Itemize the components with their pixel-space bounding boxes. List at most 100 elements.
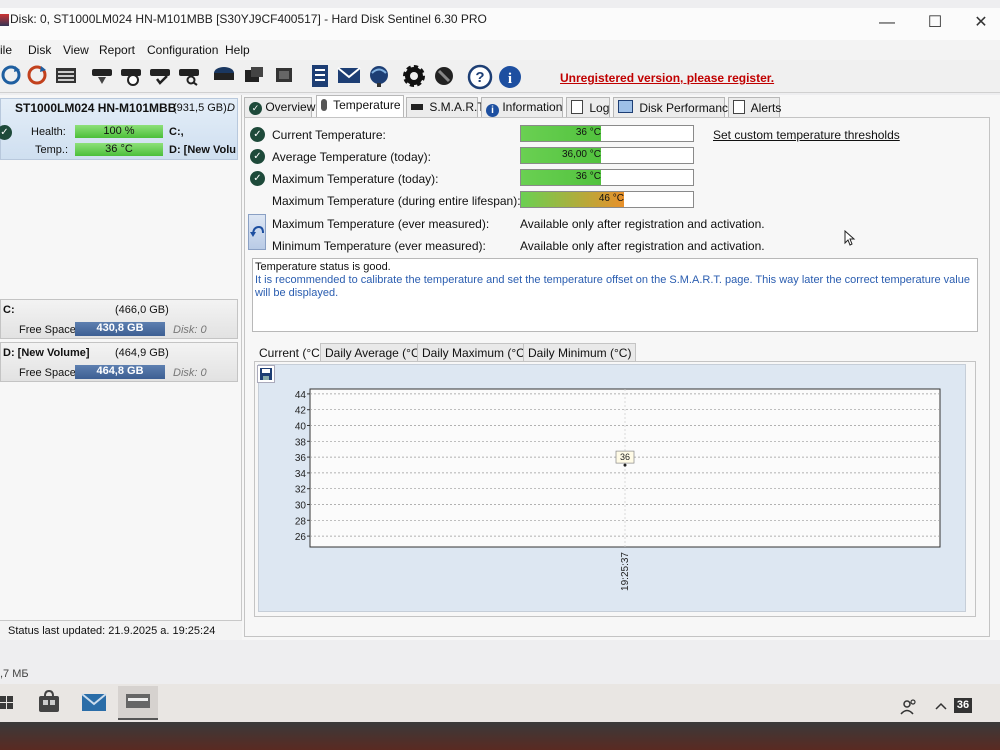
volume-name: C: bbox=[3, 304, 15, 316]
free-space-label: Free Space bbox=[19, 367, 76, 379]
max-temp-lifespan-label: Maximum Temperature (during entire lifes… bbox=[272, 194, 521, 208]
health-value: 100 % bbox=[103, 125, 135, 137]
menu-report[interactable]: Report bbox=[99, 43, 135, 57]
people-icon[interactable] bbox=[900, 698, 918, 716]
average-temp-label: Average Temperature (today): bbox=[272, 150, 431, 164]
plot-area bbox=[309, 388, 941, 548]
tab-temperature[interactable]: Temperature bbox=[316, 95, 404, 117]
settings-icon[interactable] bbox=[402, 64, 428, 90]
email-icon[interactable] bbox=[336, 64, 362, 90]
mail-icon[interactable] bbox=[80, 689, 108, 715]
current-temp-ok-icon: ✓ bbox=[250, 127, 265, 142]
title-bar: Disk: 0, ST1000LM024 HN-M101MBB [S30YJ9C… bbox=[0, 8, 1000, 40]
disk-check-icon[interactable] bbox=[148, 64, 174, 90]
x-tick-label: 19:25:37 bbox=[620, 552, 631, 591]
refresh-icon[interactable] bbox=[0, 64, 26, 90]
minimize-button[interactable]: — bbox=[864, 8, 910, 38]
tray-chevron-up-icon[interactable] bbox=[934, 700, 948, 712]
close-button[interactable]: ✕ bbox=[958, 8, 1000, 38]
min-temp-ever-value: Available only after registration and ac… bbox=[520, 239, 765, 253]
data-label: 36 bbox=[620, 452, 630, 462]
max-temp-ever-label: Maximum Temperature (ever measured): bbox=[272, 217, 490, 231]
disk-card[interactable]: ST1000LM024 HN-M101MBB (931,5 GB) D ✓ He… bbox=[0, 98, 238, 160]
chart-tab-daily-maximum[interactable]: Daily Maximum (°C) bbox=[417, 343, 534, 362]
disk-test-icon[interactable] bbox=[90, 64, 116, 90]
drive-d-label: D: [New Volu bbox=[169, 144, 237, 156]
maximize-button[interactable]: ☐ bbox=[912, 8, 958, 38]
menu-configuration[interactable]: Configuration bbox=[147, 43, 218, 57]
data-point bbox=[623, 463, 627, 467]
current-temp-bar: 36 °C bbox=[520, 125, 694, 142]
unregistered-link[interactable]: Unregistered version, please register. bbox=[560, 71, 774, 85]
volume-name: D: [New Volume] bbox=[3, 347, 90, 359]
network-icon[interactable] bbox=[366, 64, 392, 90]
max-temp-lifespan-bar: 46 °C bbox=[520, 191, 694, 208]
volume-c[interactable]: C: (466,0 GB) Free Space 430,8 GB Disk: … bbox=[0, 299, 238, 339]
smart-icon bbox=[411, 104, 423, 110]
temperature-status-box: Temperature status is good. It is recomm… bbox=[252, 258, 978, 332]
screen: Disk: 0, ST1000LM024 HN-M101MBB [S30YJ9C… bbox=[0, 0, 1000, 722]
chart-tab-current[interactable]: Current (°C) bbox=[254, 343, 329, 362]
tab-disk-performance[interactable]: Disk Performance bbox=[613, 97, 735, 117]
drive-group-icon[interactable] bbox=[242, 64, 268, 90]
mouse-cursor-icon bbox=[844, 229, 856, 249]
refresh-all-icon[interactable] bbox=[26, 64, 52, 90]
health-label: Health: bbox=[31, 126, 66, 138]
temp-value: 36 °C bbox=[105, 143, 133, 155]
tab-alerts[interactable]: Alerts bbox=[728, 97, 781, 117]
temp-bar: 36 °C bbox=[75, 143, 163, 156]
tab-overview[interactable]: ✓ Overview bbox=[244, 97, 315, 117]
tab-smart[interactable]: S.M.A.R.T. bbox=[406, 97, 487, 117]
drive-icon[interactable] bbox=[212, 64, 238, 90]
status-good-text: Temperature status is good. bbox=[255, 261, 391, 273]
y-tick-label: 32 bbox=[295, 485, 307, 496]
performance-icon bbox=[618, 100, 633, 113]
chart-tab-daily-minimum[interactable]: Daily Minimum (°C) bbox=[523, 343, 637, 362]
disk-search-icon[interactable] bbox=[177, 64, 203, 90]
volume-disk: Disk: 0 bbox=[173, 324, 207, 336]
temp-label: Temp.: bbox=[35, 144, 69, 156]
disk-size: (931,5 GB) bbox=[173, 102, 227, 114]
report-icon[interactable] bbox=[308, 64, 334, 90]
menu-file[interactable]: ile bbox=[0, 43, 12, 57]
hdsentinel-taskbar-icon[interactable] bbox=[118, 686, 158, 720]
chart-tab-daily-average[interactable]: Daily Average (°C) bbox=[320, 343, 429, 362]
max-temp-today-bar: 36 °C bbox=[520, 169, 694, 186]
y-tick-label: 36 bbox=[295, 453, 307, 464]
tools-icon[interactable] bbox=[432, 64, 458, 90]
average-temp-ok-icon: ✓ bbox=[250, 149, 265, 164]
disk-schedule-icon[interactable] bbox=[119, 64, 145, 90]
disk-name: ST1000LM024 HN-M101MBB bbox=[15, 101, 177, 115]
svg-text:i: i bbox=[508, 71, 512, 87]
menu-disk[interactable]: Disk bbox=[28, 43, 51, 57]
drive-stack-icon[interactable] bbox=[272, 64, 298, 90]
y-tick-label: 44 bbox=[295, 390, 307, 401]
tray-temperature-badge[interactable]: 36 bbox=[954, 698, 972, 713]
tab-log[interactable]: Log bbox=[566, 97, 610, 117]
average-temp-value: 36,00 °C bbox=[561, 149, 601, 160]
info-icon[interactable]: i bbox=[497, 64, 523, 90]
menu-help[interactable]: Help bbox=[225, 43, 250, 57]
disk-list-icon[interactable] bbox=[54, 64, 80, 90]
help-icon[interactable]: ? bbox=[467, 64, 493, 90]
tab-information[interactable]: i Information bbox=[481, 97, 563, 117]
status-last-updated: Status last updated: 21.9.2025 a. 19:25:… bbox=[8, 625, 216, 637]
laptop-bezel bbox=[0, 722, 1000, 750]
current-temp-value: 36 °C bbox=[575, 127, 601, 138]
free-space-label: Free Space bbox=[19, 324, 76, 336]
footer-text: ,7 МБ bbox=[0, 668, 29, 680]
tab-label: Temperature bbox=[333, 98, 401, 112]
volume-d[interactable]: D: [New Volume] (464,9 GB) Free Space 46… bbox=[0, 342, 238, 382]
menu-view[interactable]: View bbox=[63, 43, 89, 57]
volume-size: (466,0 GB) bbox=[115, 304, 169, 316]
disk-suffix: D bbox=[227, 102, 235, 114]
max-temp-ever-value: Available only after registration and ac… bbox=[520, 217, 765, 231]
thermometer-icon bbox=[321, 99, 327, 111]
undo-icon[interactable] bbox=[248, 214, 266, 250]
max-temp-lifespan-value: 46 °C bbox=[598, 193, 624, 204]
store-icon[interactable] bbox=[36, 689, 62, 715]
start-icon[interactable] bbox=[0, 692, 14, 714]
alerts-icon bbox=[733, 100, 745, 114]
tab-label: Disk Performance bbox=[639, 101, 735, 115]
set-thresholds-link[interactable]: Set custom temperature thresholds bbox=[713, 128, 900, 142]
